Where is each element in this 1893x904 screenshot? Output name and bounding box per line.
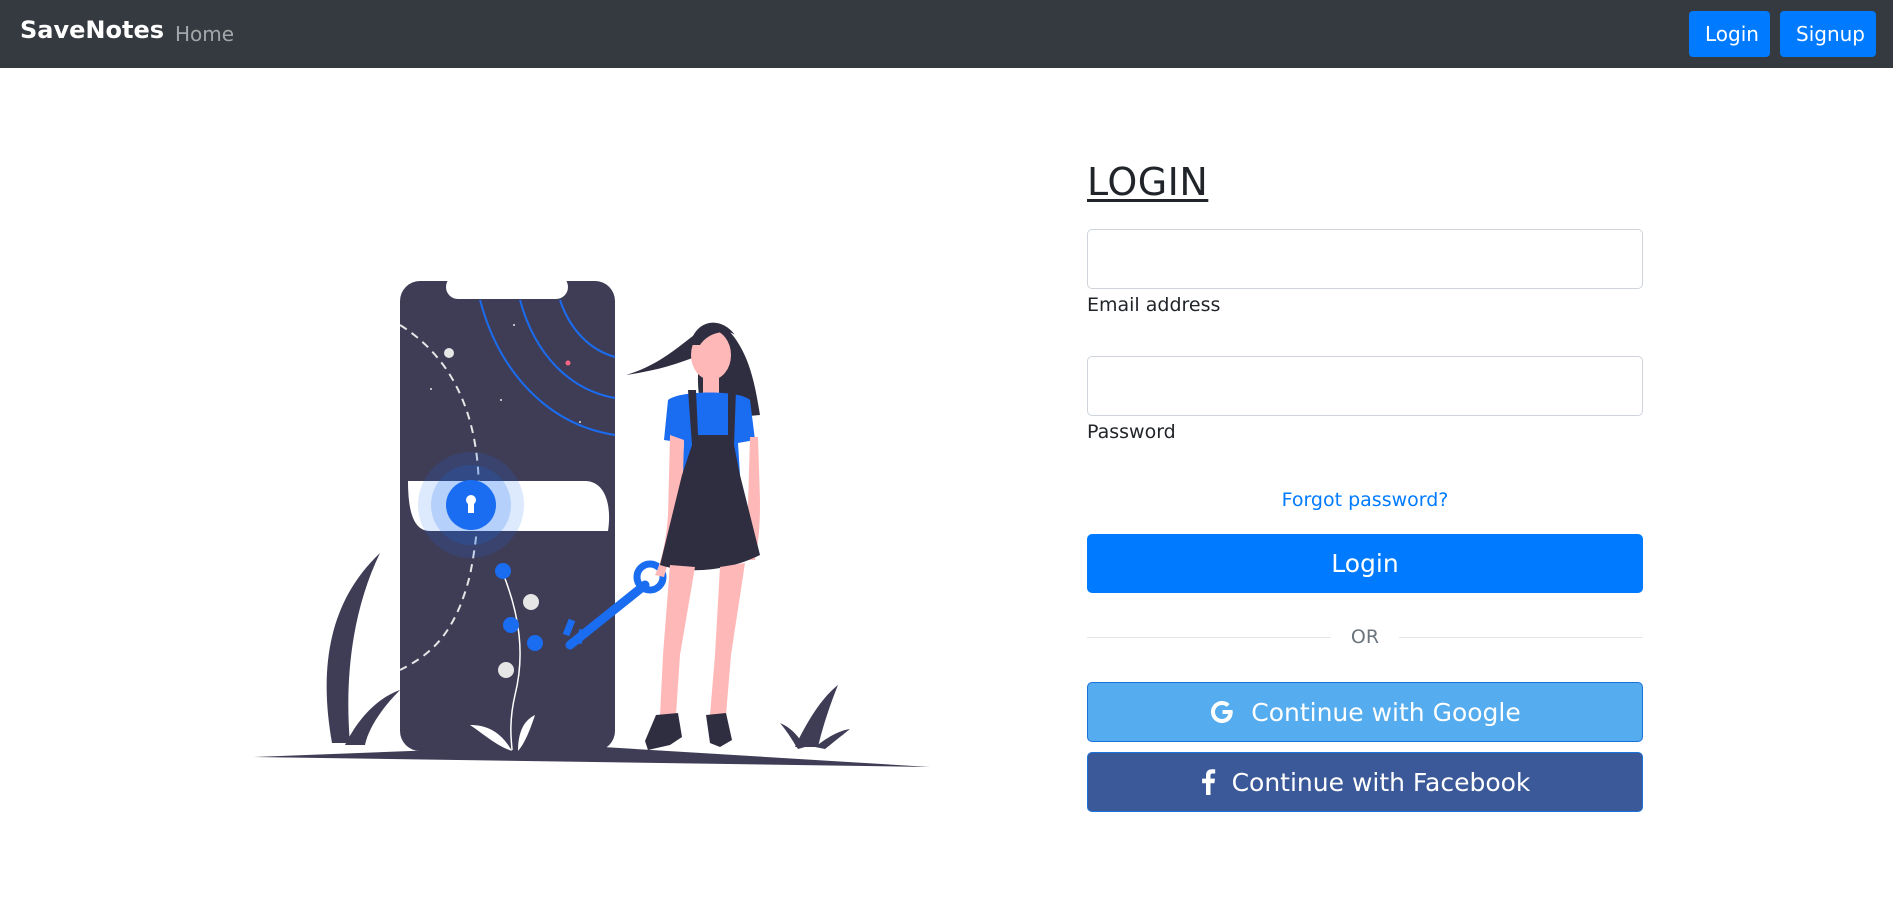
password-field[interactable] [1087, 356, 1643, 416]
secure-login-illustration [250, 275, 936, 775]
or-divider: OR [1087, 623, 1644, 651]
phone-notch [446, 275, 568, 299]
woman-figure [626, 322, 760, 750]
email-label: Email address [1087, 294, 1221, 316]
google-login-button[interactable]: Continue with Google [1087, 682, 1643, 742]
divider-line-right [1399, 636, 1644, 638]
google-icon [1209, 699, 1235, 725]
brand-logo[interactable]: SaveNotes [20, 16, 164, 44]
top-navbar: SaveNotes Home Login Signup [0, 0, 1893, 68]
facebook-button-label: Continue with Facebook [1231, 767, 1531, 797]
or-text: OR [1350, 626, 1380, 648]
email-field[interactable] [1087, 229, 1643, 289]
page-title: LOGIN [1087, 160, 1209, 204]
facebook-icon [1200, 769, 1216, 795]
divider-line-left [1087, 636, 1331, 638]
login-form: LOGIN Email address Password Forgot pass… [1087, 160, 1644, 812]
forgot-password-link[interactable]: Forgot password? [1087, 489, 1643, 511]
nav-login-button[interactable]: Login [1689, 11, 1770, 57]
google-button-label: Continue with Google [1251, 697, 1521, 727]
facebook-login-button[interactable]: Continue with Facebook [1087, 752, 1643, 812]
nav-home-link[interactable]: Home [175, 22, 234, 46]
password-label: Password [1087, 421, 1176, 443]
login-button[interactable]: Login [1087, 534, 1643, 593]
nav-signup-button[interactable]: Signup [1780, 11, 1876, 57]
